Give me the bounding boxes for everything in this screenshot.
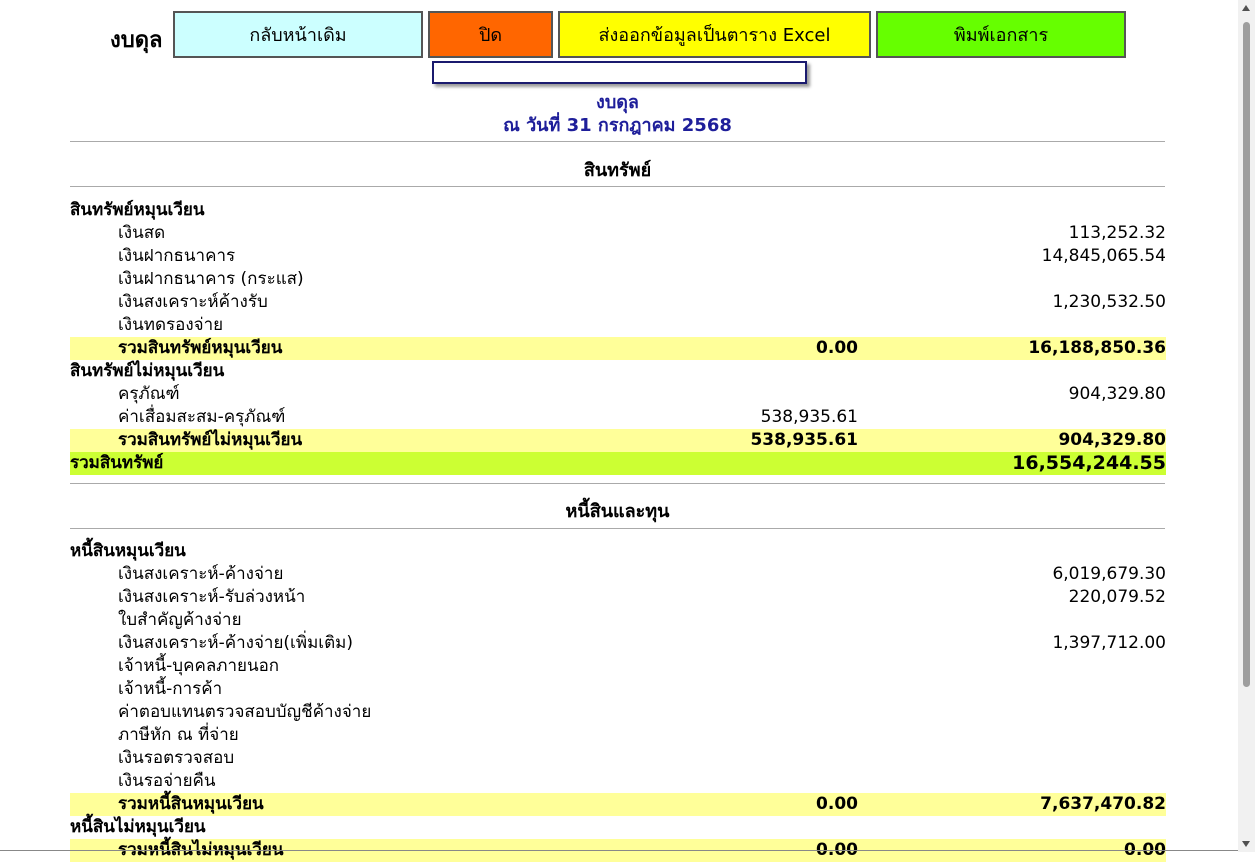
row-value-col2: 904,329.80: [1068, 384, 1166, 404]
table-row: เงินฝากธนาคาร 14,845,065.54: [70, 245, 1166, 268]
table-row: เงินรอจ่ายคืน: [70, 770, 1166, 793]
table-row: เจ้าหนี้-บุคคลภายนอก: [70, 655, 1166, 678]
liabilities-heading: หนี้สินและทุน: [565, 501, 670, 522]
row-value-col2: 1,397,712.00: [1052, 633, 1166, 653]
subtotal-row: รวมสินทรัพย์หมุนเวียน 0.00 16,188,850.36: [70, 337, 1166, 360]
divider: [70, 483, 1165, 484]
row-label: เจ้าหนี้-การค้า: [118, 679, 223, 699]
message-box: [432, 61, 807, 84]
table-row: ภาษีหัก ณ ที่จ่าย: [70, 724, 1166, 747]
report-date: ณ วันที่ 31 กรกฎาคม 2568: [503, 115, 732, 136]
row-label: เงินฝากธนาคาร: [118, 246, 236, 266]
export-excel-button[interactable]: ส่งออกข้อมูลเป็นตาราง Excel: [558, 11, 871, 58]
vertical-scrollbar[interactable]: [1238, 0, 1255, 852]
row-label: เงินสงเคราะห์ค้างรับ: [118, 292, 268, 312]
table-row: ค่าเสื่อมสะสม-ครุภัณฑ์ 538,935.61: [70, 406, 1166, 429]
table-row: เงินรอตรวจสอบ: [70, 747, 1166, 770]
row-label: รวมสินทรัพย์หมุนเวียน: [118, 338, 283, 358]
row-label: ค่าเสื่อมสะสม-ครุภัณฑ์: [118, 407, 286, 427]
section-header: หนี้สินหมุนเวียน: [70, 540, 1166, 563]
row-label: ครุภัณฑ์: [118, 384, 180, 404]
row-value-col1: 538,935.61: [750, 430, 858, 450]
row-value-col2: 220,079.52: [1068, 587, 1166, 607]
table-row: เงินสงเคราะห์ค้างรับ 1,230,532.50: [70, 291, 1166, 314]
row-label: รวมหนี้สินหมุนเวียน: [118, 794, 264, 814]
scrollbar-thumb[interactable]: [1243, 22, 1250, 687]
row-label: รวมสินทรัพย์ไม่หมุนเวียน: [118, 430, 303, 450]
row-value-col2: 7,637,470.82: [1040, 794, 1166, 814]
row-label: เงินรอตรวจสอบ: [118, 748, 235, 768]
row-label: ใบสำคัญค้างจ่าย: [118, 610, 242, 630]
print-button[interactable]: พิมพ์เอกสาร: [876, 11, 1126, 58]
row-label: เงินสงเคราะห์-รับล่วงหน้า: [118, 587, 306, 607]
row-label: ภาษีหัก ณ ที่จ่าย: [118, 725, 239, 745]
row-label: หนี้สินไม่หมุนเวียน: [70, 817, 206, 837]
row-value-col2: 14,845,065.54: [1041, 246, 1166, 266]
scroll-up-arrow-icon[interactable]: [1242, 5, 1250, 11]
row-value-col2: 113,252.32: [1068, 223, 1166, 243]
table-row: เงินสงเคราะห์-ค้างจ่าย(เพิ่มเติม) 1,397,…: [70, 632, 1166, 655]
row-label: เงินสงเคราะห์-ค้างจ่าย(เพิ่มเติม): [118, 633, 353, 653]
table-row: เงินฝากธนาคาร (กระแส): [70, 268, 1166, 291]
section-header: สินทรัพย์หมุนเวียน: [70, 199, 1166, 222]
row-label: รวมสินทรัพย์: [70, 453, 164, 473]
row-label: เงินรอจ่ายคืน: [118, 771, 216, 791]
table-row: ใบสำคัญค้างจ่าย: [70, 609, 1166, 632]
table-row: เงินสงเคราะห์-รับล่วงหน้า 220,079.52: [70, 586, 1166, 609]
row-label: เงินทดรองจ่าย: [118, 315, 224, 335]
close-button[interactable]: ปิด: [428, 11, 553, 58]
row-value-col2: 16,188,850.36: [1028, 338, 1166, 358]
table-row: ค่าตอบแทนตรวจสอบบัญชีค้างจ่าย: [70, 701, 1166, 724]
row-value-col1: 0.00: [816, 794, 858, 814]
row-value-col1: 538,935.61: [760, 407, 858, 427]
divider: [70, 141, 1165, 142]
row-label: ค่าตอบแทนตรวจสอบบัญชีค้างจ่าย: [118, 702, 372, 722]
assets-heading: สินทรัพย์: [583, 160, 652, 181]
row-value-col1: 0.00: [816, 338, 858, 358]
table-row: เงินสงเคราะห์-ค้างจ่าย 6,019,679.30: [70, 563, 1166, 586]
row-label: สินทรัพย์หมุนเวียน: [70, 200, 205, 220]
table-row: เงินสด 113,252.32: [70, 222, 1166, 245]
subtotal-row: รวมหนี้สินหมุนเวียน 0.00 7,637,470.82: [70, 793, 1166, 816]
row-label: สินทรัพย์ไม่หมุนเวียน: [70, 361, 225, 381]
row-label: เจ้าหนี้-บุคคลภายนอก: [118, 656, 280, 676]
section-header: สินทรัพย์ไม่หมุนเวียน: [70, 360, 1166, 383]
row-label: หนี้สินหมุนเวียน: [70, 541, 186, 561]
row-label: เงินสงเคราะห์-ค้างจ่าย: [118, 564, 284, 584]
row-label: เงินสด: [118, 223, 166, 243]
toolbar-title: งบดุล: [110, 28, 163, 53]
table-row: ครุภัณฑ์ 904,329.80: [70, 383, 1166, 406]
scroll-down-arrow-icon[interactable]: [1242, 841, 1250, 847]
divider: [70, 528, 1165, 529]
row-value-col2: 16,554,244.55: [1012, 452, 1166, 474]
row-value-col2: 1,230,532.50: [1052, 292, 1166, 312]
window-bottom-edge: [0, 850, 1238, 851]
back-button[interactable]: กลับหน้าเดิม: [173, 11, 423, 58]
row-value-col2: 6,019,679.30: [1052, 564, 1166, 584]
table-row: เงินทดรองจ่าย: [70, 314, 1166, 337]
row-label: เงินฝากธนาคาร (กระแส): [118, 269, 304, 289]
table-row: เจ้าหนี้-การค้า: [70, 678, 1166, 701]
subtotal-row: รวมสินทรัพย์ไม่หมุนเวียน 538,935.61 904,…: [70, 429, 1166, 452]
section-header: หนี้สินไม่หมุนเวียน: [70, 816, 1166, 839]
divider: [70, 186, 1165, 187]
grand-total-row: รวมสินทรัพย์ 16,554,244.55: [70, 452, 1166, 475]
row-value-col2: 904,329.80: [1058, 430, 1166, 450]
